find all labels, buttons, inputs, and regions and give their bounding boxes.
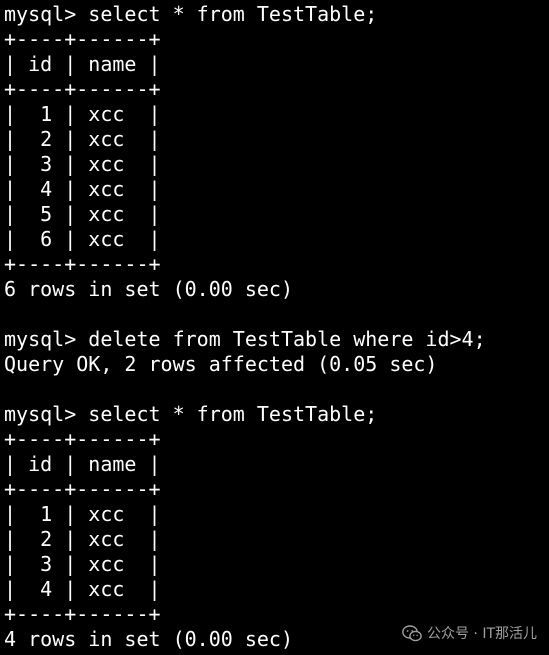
table-header: | id | name | xyxy=(4,452,161,476)
query-result: Query OK, 2 rows affected (0.05 sec) xyxy=(4,352,438,376)
result-summary: 6 rows in set (0.00 sec) xyxy=(4,277,293,301)
command-line-delete: mysql> delete from TestTable where id>4; xyxy=(4,327,486,351)
table-row: | 5 | xcc | xyxy=(4,202,161,226)
command-line-select-2: mysql> select * from TestTable; xyxy=(4,402,378,426)
table-header: | id | name | xyxy=(4,52,161,76)
table-row: | 4 | xcc | xyxy=(4,577,161,601)
table-row: | 3 | xcc | xyxy=(4,552,161,576)
table-row: | 1 | xcc | xyxy=(4,102,161,126)
table-row: | 1 | xcc | xyxy=(4,502,161,526)
table-row: | 3 | xcc | xyxy=(4,152,161,176)
table-border: +----+------+ xyxy=(4,427,161,451)
table-border: +----+------+ xyxy=(4,252,161,276)
table-row: | 2 | xcc | xyxy=(4,127,161,151)
table-row: | 4 | xcc | xyxy=(4,177,161,201)
table-border: +----+------+ xyxy=(4,27,161,51)
watermark-text: 公众号 · IT那活儿 xyxy=(426,626,537,642)
terminal-window[interactable]: mysql> select * from TestTable; +----+--… xyxy=(0,0,549,655)
table-border: +----+------+ xyxy=(4,477,161,501)
wechat-icon xyxy=(402,624,422,642)
table-row: | 6 | xcc | xyxy=(4,227,161,251)
table-row: | 2 | xcc | xyxy=(4,527,161,551)
watermark: 公众号 · IT那活儿 xyxy=(402,623,537,643)
command-line-select-1: mysql> select * from TestTable; xyxy=(4,2,378,26)
table-border: +----+------+ xyxy=(4,77,161,101)
